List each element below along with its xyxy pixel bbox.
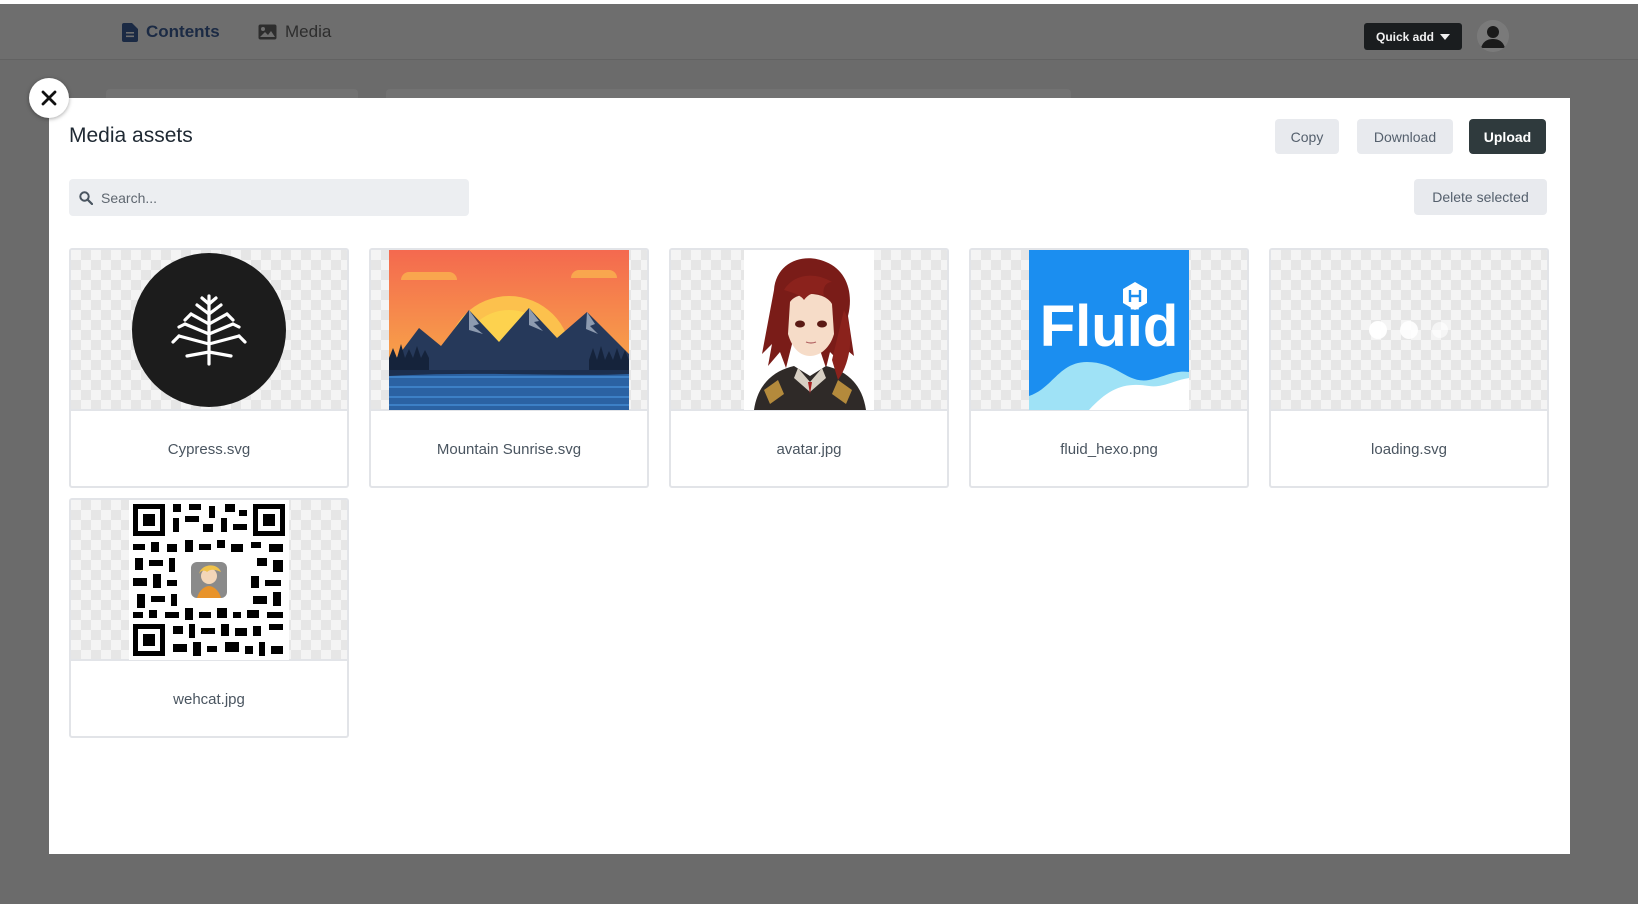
media-thumbnail (1271, 250, 1547, 411)
user-avatar[interactable] (1477, 20, 1509, 52)
media-thumbnail (71, 500, 347, 661)
quick-add-button[interactable]: Quick add (1364, 23, 1462, 50)
search-input[interactable] (101, 189, 441, 206)
top-navigation-bar: Contents Media Quick add (0, 4, 1638, 60)
download-button[interactable]: Download (1357, 119, 1453, 154)
upload-button[interactable]: Upload (1469, 119, 1546, 154)
media-thumbnail (671, 250, 947, 411)
quick-add-label: Quick add (1375, 29, 1434, 44)
media-filename: fluid_hexo.png (1060, 441, 1158, 458)
media-card[interactable]: Cypress.svg (69, 248, 349, 488)
search-icon (79, 190, 93, 205)
media-thumbnail: Fluid (971, 250, 1247, 411)
document-icon (122, 22, 138, 42)
media-thumbnail (71, 250, 347, 411)
fluid-logo-text: Fluid (1040, 294, 1179, 359)
caret-down-icon (1440, 33, 1450, 40)
anime-avatar-image-icon (744, 250, 874, 410)
media-card[interactable]: wehcat.jpg (69, 498, 349, 738)
mountain-sunrise-image-icon (389, 250, 629, 410)
copy-button[interactable]: Copy (1275, 119, 1339, 154)
media-thumbnail (371, 250, 647, 411)
qr-code-image-icon (129, 500, 289, 660)
nav-contents-label: Contents (146, 22, 220, 41)
nav-contents[interactable]: Contents (122, 22, 220, 42)
fluid-logo-icon: Fluid (1029, 250, 1189, 410)
media-card[interactable]: avatar.jpg (669, 248, 949, 488)
user-icon (1477, 20, 1509, 52)
media-assets-modal: Media assets Copy Download Upload Delete… (49, 98, 1570, 854)
modal-title: Media assets (69, 124, 193, 147)
media-filename: wehcat.jpg (173, 691, 245, 708)
media-filename: Mountain Sunrise.svg (436, 441, 582, 458)
loading-dots-icon (1369, 320, 1448, 339)
media-card[interactable]: Fluid fluid_hexo.png (969, 248, 1249, 488)
image-icon (258, 24, 277, 40)
media-filename: Cypress.svg (167, 441, 251, 458)
close-icon (41, 90, 57, 106)
search-box (69, 179, 469, 216)
nav-media[interactable]: Media (258, 22, 331, 42)
media-filename: avatar.jpg (776, 441, 842, 458)
media-filename: loading.svg (1371, 441, 1447, 458)
nav-media-label: Media (285, 22, 332, 41)
media-card[interactable]: Mountain Sunrise.svg (369, 248, 649, 488)
close-modal-button[interactable] (29, 78, 69, 118)
cypress-logo-icon (132, 252, 286, 407)
media-card[interactable]: loading.svg (1269, 248, 1549, 488)
delete-selected-button[interactable]: Delete selected (1414, 179, 1547, 215)
